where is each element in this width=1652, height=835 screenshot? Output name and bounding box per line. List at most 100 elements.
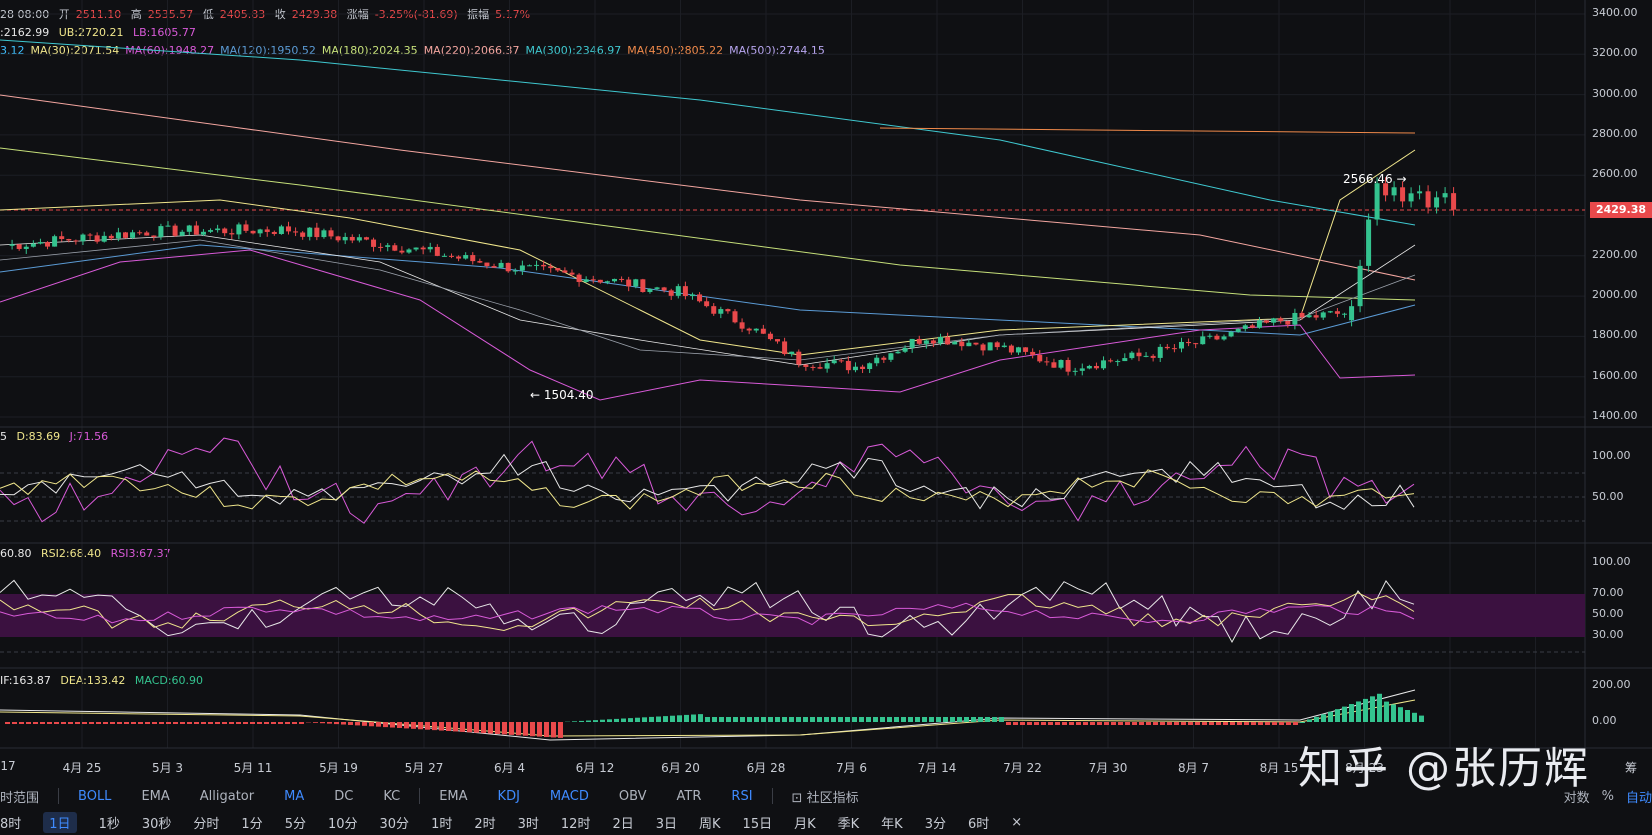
candle-body [1285, 321, 1291, 325]
date-tick-label: 6月 12 [575, 761, 615, 775]
candle-body [633, 279, 639, 287]
timeframe-20[interactable]: 3分 [925, 813, 946, 832]
candle-body [796, 351, 802, 365]
timeframe-2[interactable]: 1秒 [99, 813, 120, 832]
candle-body [1072, 370, 1078, 372]
macd-bar [831, 717, 836, 722]
candle-body [1451, 193, 1457, 210]
timeframe-0[interactable]: 8时 [0, 813, 21, 832]
timeframe-22[interactable]: × [1011, 815, 1022, 830]
indicator-ema[interactable]: EMA [141, 789, 169, 804]
timeframe-3[interactable]: 30秒 [142, 813, 172, 832]
macd-bar [950, 717, 955, 722]
timeframe-11[interactable]: 3时 [518, 813, 539, 832]
timeframe-12[interactable]: 12时 [561, 813, 591, 832]
macd-bar [1321, 714, 1326, 722]
timeframe-7[interactable]: 10分 [328, 813, 358, 832]
percent-scale-toggle[interactable]: % [1602, 789, 1614, 804]
timeframe-9[interactable]: 1时 [431, 813, 452, 832]
macd-bar [1216, 722, 1221, 725]
candle-body [385, 245, 391, 247]
macd-bar [698, 714, 703, 722]
candle-body [1242, 325, 1248, 329]
date-tick-label: 7月 14 [917, 761, 957, 775]
candle-body [845, 360, 851, 371]
timeframe-6[interactable]: 5分 [285, 813, 306, 832]
separator [419, 788, 421, 804]
macd-bar [530, 722, 535, 737]
candle-body [569, 272, 575, 275]
candle-body [1417, 191, 1423, 194]
macd-bar [1188, 722, 1193, 725]
kdj-j-line [0, 437, 1415, 524]
candle-body [1306, 315, 1312, 318]
candle-body [1299, 312, 1305, 318]
candle-body [1357, 265, 1363, 307]
indicator-dc[interactable]: DC [334, 789, 353, 804]
candle-body [321, 230, 327, 238]
macd-bar [544, 722, 549, 738]
kdj-d-line [0, 469, 1415, 510]
macd-bar [775, 717, 780, 722]
macd-bar [320, 722, 325, 724]
macd-bar [1027, 722, 1032, 725]
timeframe-17[interactable]: 月K [794, 813, 816, 832]
macd-bar [61, 722, 66, 724]
macd-bar [1335, 709, 1340, 722]
macd-bar [201, 722, 206, 724]
indicator-rsi[interactable]: RSI [731, 789, 752, 804]
macd-bar [1370, 696, 1375, 722]
macd-bar [642, 717, 647, 722]
timeframe-4[interactable]: 分时 [193, 813, 219, 832]
log-scale-toggle[interactable]: 对数 [1564, 787, 1590, 806]
indicator-boll[interactable]: BOLL [78, 789, 111, 804]
auto-scale-toggle[interactable]: 自动 [1626, 787, 1652, 806]
indicator-alligator[interactable]: Alligator [200, 789, 254, 804]
indicator-kc[interactable]: KC [383, 789, 400, 804]
candle-body [200, 231, 206, 235]
candle-body [817, 367, 823, 369]
macd-bar [1055, 722, 1060, 725]
date-tick-label: 5月 11 [233, 761, 273, 775]
timeframe-13[interactable]: 2日 [612, 813, 633, 832]
macd-bar [558, 722, 563, 738]
timeframe-18[interactable]: 季K [838, 813, 860, 832]
candle-body [165, 225, 171, 227]
candle-body [243, 224, 249, 231]
macd-bar [1146, 722, 1151, 725]
macd-bar [208, 722, 213, 724]
candle-body [158, 226, 164, 237]
candle-body [484, 262, 490, 267]
timeframe-15[interactable]: 周K [699, 813, 721, 832]
macd-bar [1139, 722, 1144, 725]
indicator-ema[interactable]: EMA [439, 789, 467, 804]
candle-body [1079, 368, 1085, 371]
timeframe-19[interactable]: 年K [881, 813, 903, 832]
timeframe-21[interactable]: 6时 [968, 813, 989, 832]
macd-bar [397, 722, 402, 728]
timeframe-5[interactable]: 1分 [241, 813, 262, 832]
time-range-button[interactable]: 时范围 [0, 787, 39, 806]
macd-bar [1377, 693, 1382, 722]
candlestick-chart[interactable] [0, 0, 1652, 780]
indicator-ma[interactable]: MA [284, 789, 304, 804]
indicator-macd[interactable]: MACD [550, 789, 589, 804]
indicator-kdj[interactable]: KDJ [498, 789, 520, 804]
macd-bar [586, 720, 591, 722]
indicator-obv[interactable]: OBV [619, 789, 647, 804]
candle-body [519, 265, 525, 271]
macd-bar [285, 722, 290, 724]
timeframe-1[interactable]: 1日 [43, 812, 77, 833]
macd-bar [1391, 704, 1396, 722]
indicator-atr[interactable]: ATR [677, 789, 702, 804]
candle-body [1327, 311, 1333, 313]
community-indicators-button[interactable]: ⊡ 社区指标 [792, 787, 859, 806]
timeframe-14[interactable]: 3日 [656, 813, 677, 832]
timeframe-8[interactable]: 30分 [380, 813, 410, 832]
timeframe-16[interactable]: 15日 [743, 813, 773, 832]
candle-body [456, 256, 462, 259]
macd-bar [250, 722, 255, 724]
candle-body [1228, 331, 1234, 337]
macd-bar [474, 722, 479, 733]
timeframe-10[interactable]: 2时 [474, 813, 495, 832]
